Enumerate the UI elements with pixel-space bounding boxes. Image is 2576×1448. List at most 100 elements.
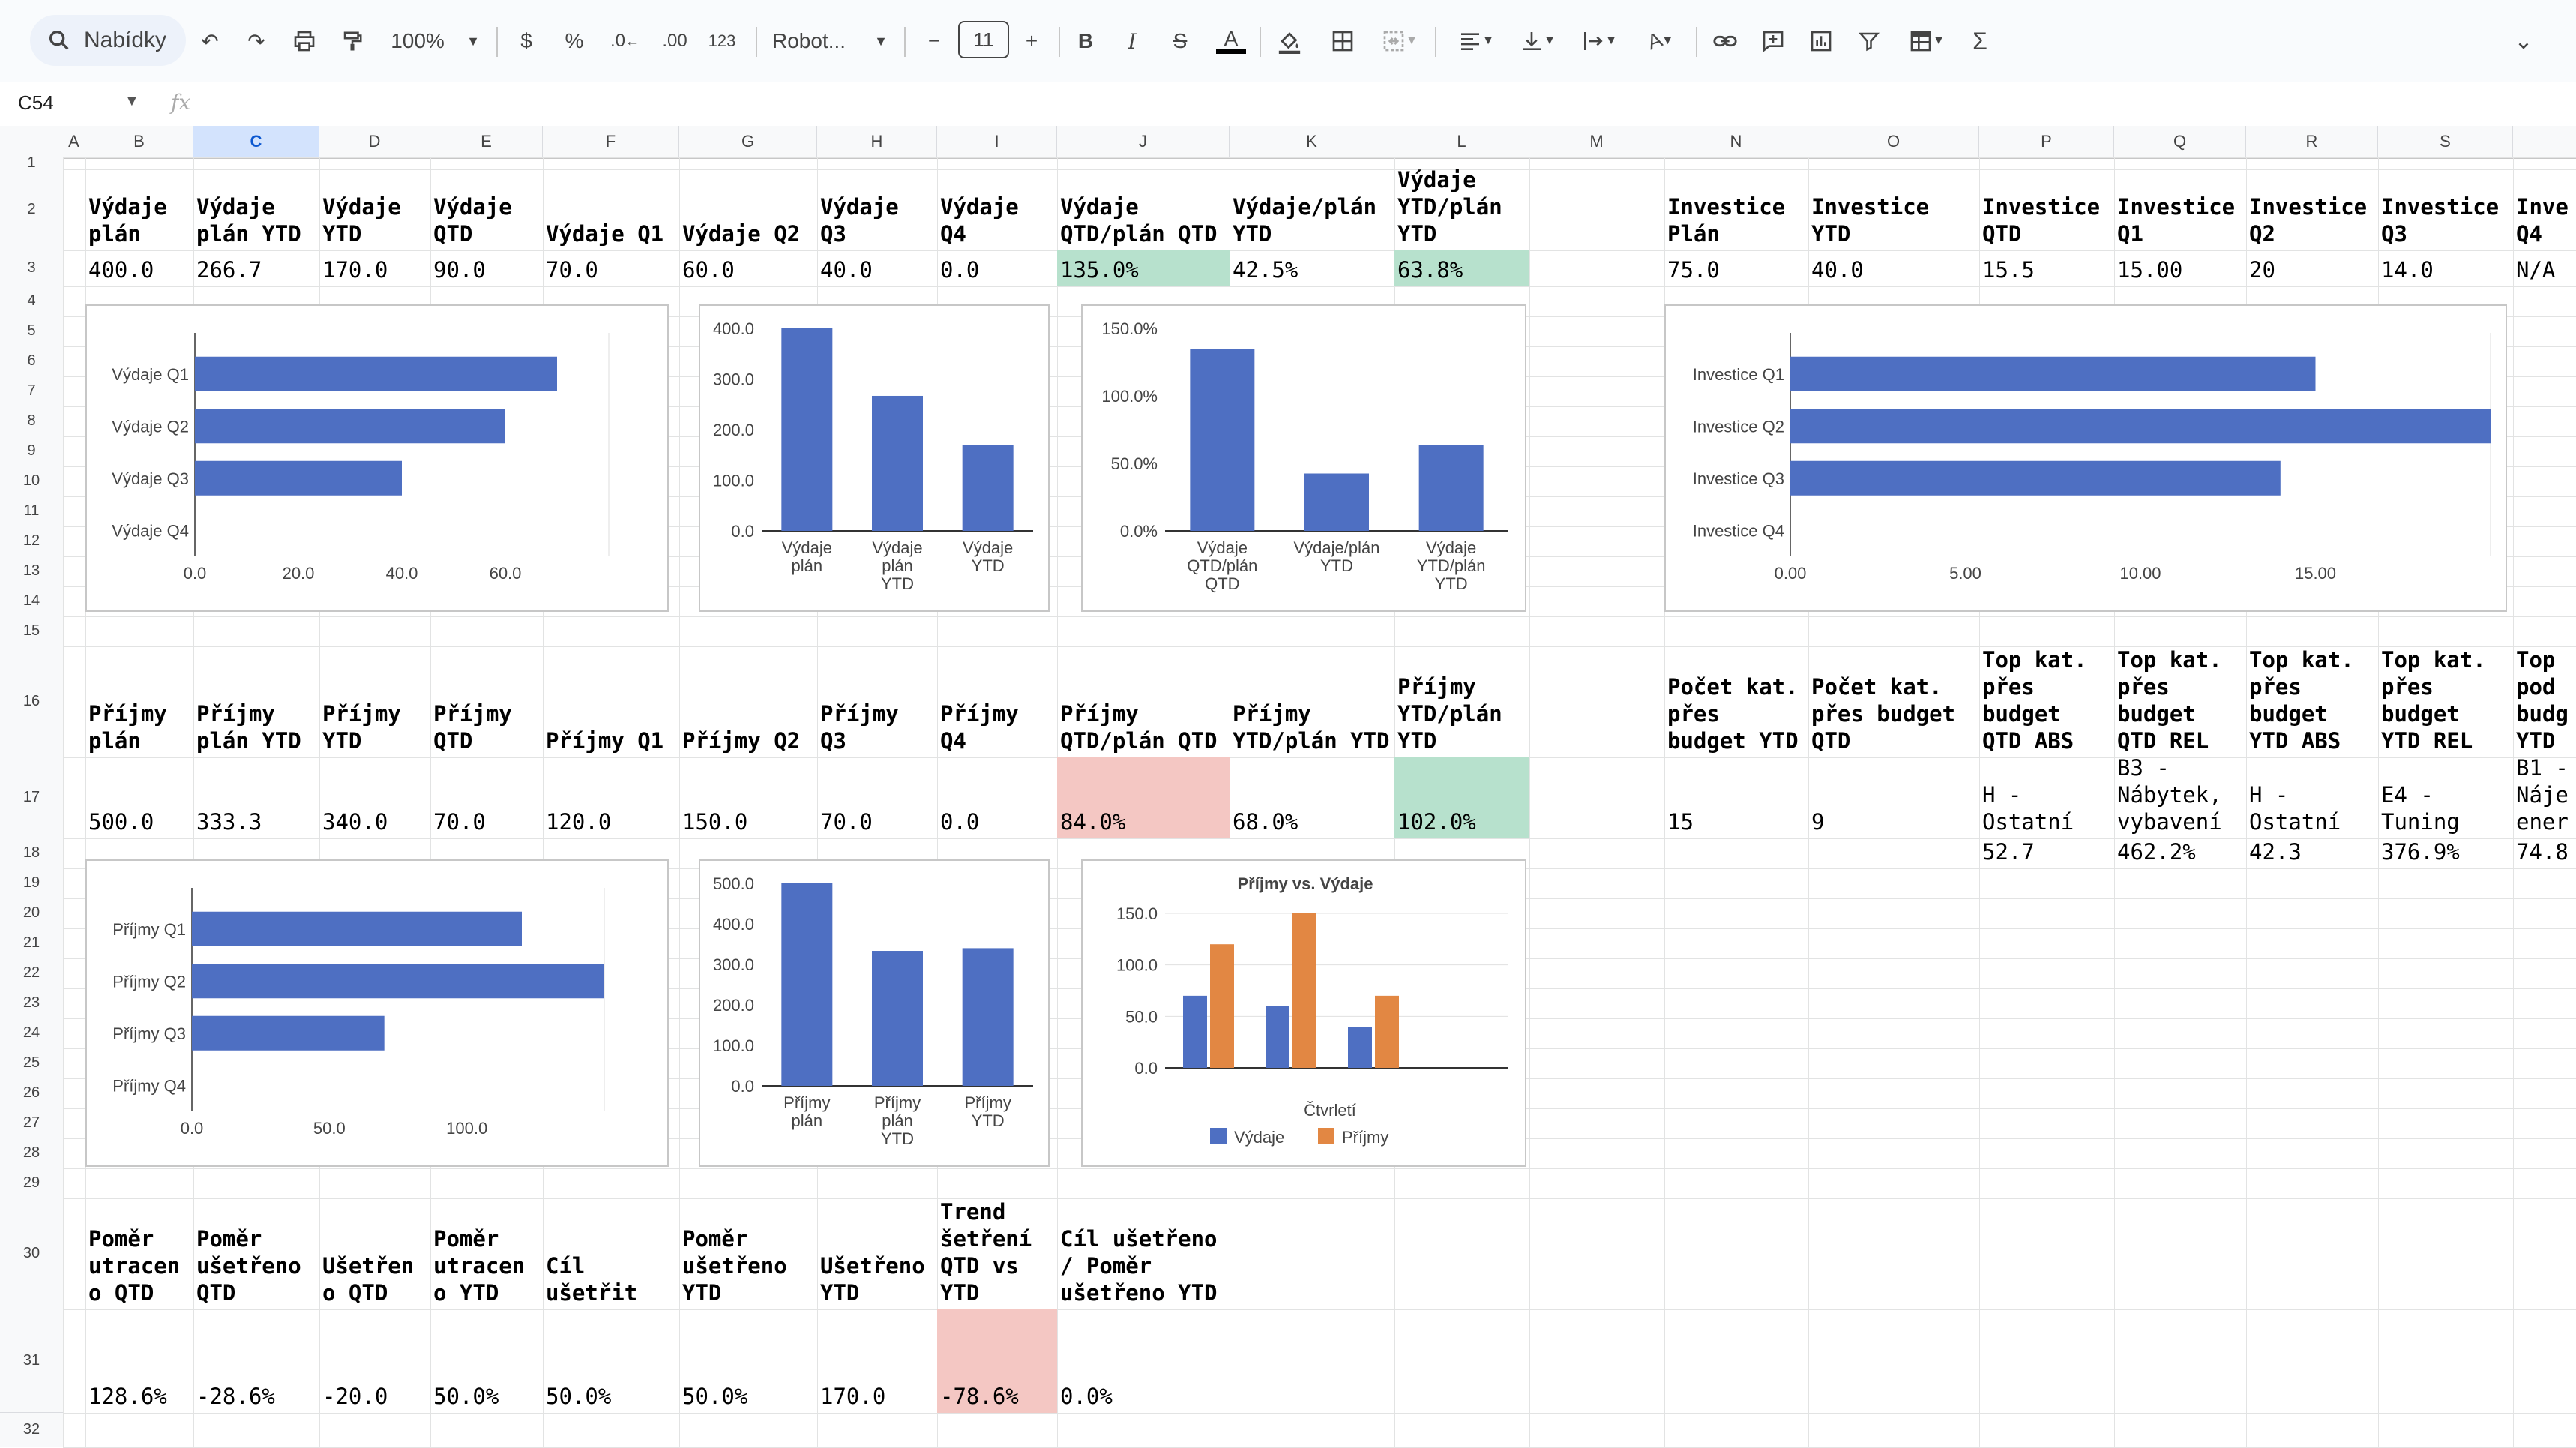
row-header-22[interactable]: 22 [0,958,63,988]
borders-icon[interactable] [1325,19,1360,63]
row-header-4[interactable]: 4 [0,286,63,316]
column-header-e[interactable]: E [430,126,543,157]
cell-b2[interactable]: Výdaje plán [88,193,193,247]
cell-f16[interactable]: Příjmy Q1 [546,727,679,754]
cell-c2[interactable]: Výdaje plán YTD [196,193,319,247]
cell-i16[interactable]: Příjmy Q4 [940,700,1057,754]
cell-k17[interactable]: 68.0% [1233,808,1394,835]
cell-i31[interactable]: -78.6% [940,1383,1057,1410]
column-header-o[interactable]: O [1808,126,1979,157]
column-header-a[interactable]: A [63,126,85,157]
cell-h3[interactable]: 40.0 [820,256,937,283]
italic-button[interactable]: I [1117,19,1147,63]
cell-s3[interactable]: 14.0 [2381,256,2513,283]
row-header-18[interactable]: 18 [0,838,63,868]
row-header-10[interactable]: 10 [0,466,63,496]
row-header-9[interactable]: 9 [0,436,63,466]
insert-comment-icon[interactable] [1756,19,1790,63]
row-header-17[interactable]: 17 [0,757,63,838]
cell-g30[interactable]: Poměr ušetřeno YTD [682,1225,817,1306]
cell-s2[interactable]: Investice Q3 [2381,193,2513,247]
cell-h31[interactable]: 170.0 [820,1383,937,1410]
column-header-k[interactable]: K [1230,126,1394,157]
cell-e2[interactable]: Výdaje QTD [433,193,543,247]
cell-r18[interactable]: 42.3 [2249,838,2378,865]
cell-s17[interactable]: E4 - Tuning [2381,781,2513,835]
cell-l17[interactable]: 102.0% [1397,808,1529,835]
cell-b31[interactable]: 128.6% [88,1383,193,1410]
row-header-27[interactable]: 27 [0,1108,63,1138]
vertical-align-icon[interactable]: ▼ [1511,19,1564,63]
chart-prijmy-vs-vydaje[interactable]: Příjmy vs. Výdaje 0.0 50.0 100.0 150.0 Čtvrle… [1081,859,1526,1167]
insert-link-icon[interactable] [1708,19,1742,63]
chart-vydaje-plan[interactable]: 0.0 100.0 200.0 300.0 400.0 Výdaje plán Výdaje p… [699,304,1050,612]
font-select[interactable]: Robot... [772,19,862,63]
cell-d16[interactable]: Příjmy YTD [322,700,430,754]
cell-f3[interactable]: 70.0 [546,256,679,283]
cell-n3[interactable]: 75.0 [1667,256,1808,283]
row-header-1[interactable]: 1 [0,154,63,171]
cell-h2[interactable]: Výdaje Q3 [820,193,937,247]
cell-n2[interactable]: Investice Plán [1667,193,1808,247]
cell-r2[interactable]: Investice Q2 [2249,193,2378,247]
cell-o2[interactable]: Investice YTD [1811,193,1979,247]
row-header-25[interactable]: 25 [0,1048,63,1078]
cell-q2[interactable]: Investice Q1 [2117,193,2246,247]
cell-f17[interactable]: 120.0 [546,808,679,835]
cell-q18[interactable]: 462.2% [2117,838,2246,865]
cell-f30[interactable]: Cíl ušetřit [546,1252,679,1306]
cell-q16[interactable]: Top kat. přes budget QTD REL [2117,646,2246,754]
cell-d31[interactable]: -20.0 [322,1383,430,1410]
column-header-c[interactable]: C [193,126,319,157]
cell-p16[interactable]: Top kat. přes budget QTD ABS [1982,646,2114,754]
cell-o16[interactable]: Počet kat. přes budget QTD [1811,673,1979,754]
cell-p17[interactable]: H - Ostatní [1982,781,2114,835]
cell-t2[interactable]: Inve Q4 [2516,193,2576,247]
cell-n17[interactable]: 15 [1667,808,1808,835]
row-header-26[interactable]: 26 [0,1078,63,1108]
menus-search[interactable]: Nabídky [30,15,186,66]
row-header-11[interactable]: 11 [0,496,63,526]
insert-chart-icon[interactable] [1804,19,1838,63]
cell-s16[interactable]: Top kat. přes budget YTD REL [2381,646,2513,754]
cell-j17[interactable]: 84.0% [1060,808,1230,835]
cell-g16[interactable]: Příjmy Q2 [682,727,817,754]
cell-e17[interactable]: 70.0 [433,808,543,835]
row-header-8[interactable]: 8 [0,406,63,436]
redo-icon[interactable]: ↷ [240,19,273,63]
row-header-29[interactable]: 29 [0,1168,63,1198]
paint-format-icon[interactable] [336,19,369,63]
column-header-m[interactable]: M [1529,126,1664,157]
cell-b30[interactable]: Poměr utracen o QTD [88,1225,193,1306]
row-header-6[interactable]: 6 [0,346,63,376]
increase-decimal-button[interactable]: .00 [654,19,696,63]
font-size-increase-button[interactable]: + [1017,19,1047,63]
row-header-16[interactable]: 16 [0,646,63,757]
strikethrough-button[interactable]: S [1165,19,1195,63]
font-size-decrease-button[interactable]: − [919,19,949,63]
cell-j30[interactable]: Cíl ušetřeno / Poměr ušetřeno YTD [1060,1225,1230,1306]
currency-button[interactable]: $ [511,19,541,63]
cell-t3[interactable]: N/A [2516,256,2576,283]
cell-s18[interactable]: 376.9% [2381,838,2513,865]
cell-l2[interactable]: Výdaje YTD/plán YTD [1397,166,1529,247]
column-header-d[interactable]: D [319,126,430,157]
cell-o17[interactable]: 9 [1811,808,1979,835]
fill-color-icon[interactable] [1272,19,1307,63]
row-header-19[interactable]: 19 [0,868,63,898]
cell-n16[interactable]: Počet kat. přes budget YTD [1667,673,1808,754]
cell-g17[interactable]: 150.0 [682,808,817,835]
cell-i2[interactable]: Výdaje Q4 [940,193,1057,247]
row-header-5[interactable]: 5 [0,316,63,346]
row-header-15[interactable]: 15 [0,616,63,646]
cell-j16[interactable]: Příjmy QTD/plán QTD [1060,700,1230,754]
collapse-toolbar-icon[interactable]: ⌄ [2509,19,2539,63]
cell-l16[interactable]: Příjmy YTD/plán YTD [1397,673,1529,754]
column-header-l[interactable]: L [1394,126,1529,157]
chart-prijmy-quarters[interactable]: Příjmy Q1 Příjmy Q2 Příjmy Q3 Příjmy Q4 0.0 5… [85,859,669,1167]
cell-c17[interactable]: 333.3 [196,808,319,835]
cell-q17[interactable]: B3 - Nábytek, vybavení [2117,754,2246,835]
cell-b16[interactable]: Příjmy plán [88,700,193,754]
cell-e30[interactable]: Poměr utracen o YTD [433,1225,543,1306]
more-formats-button[interactable]: 123 [703,19,741,63]
